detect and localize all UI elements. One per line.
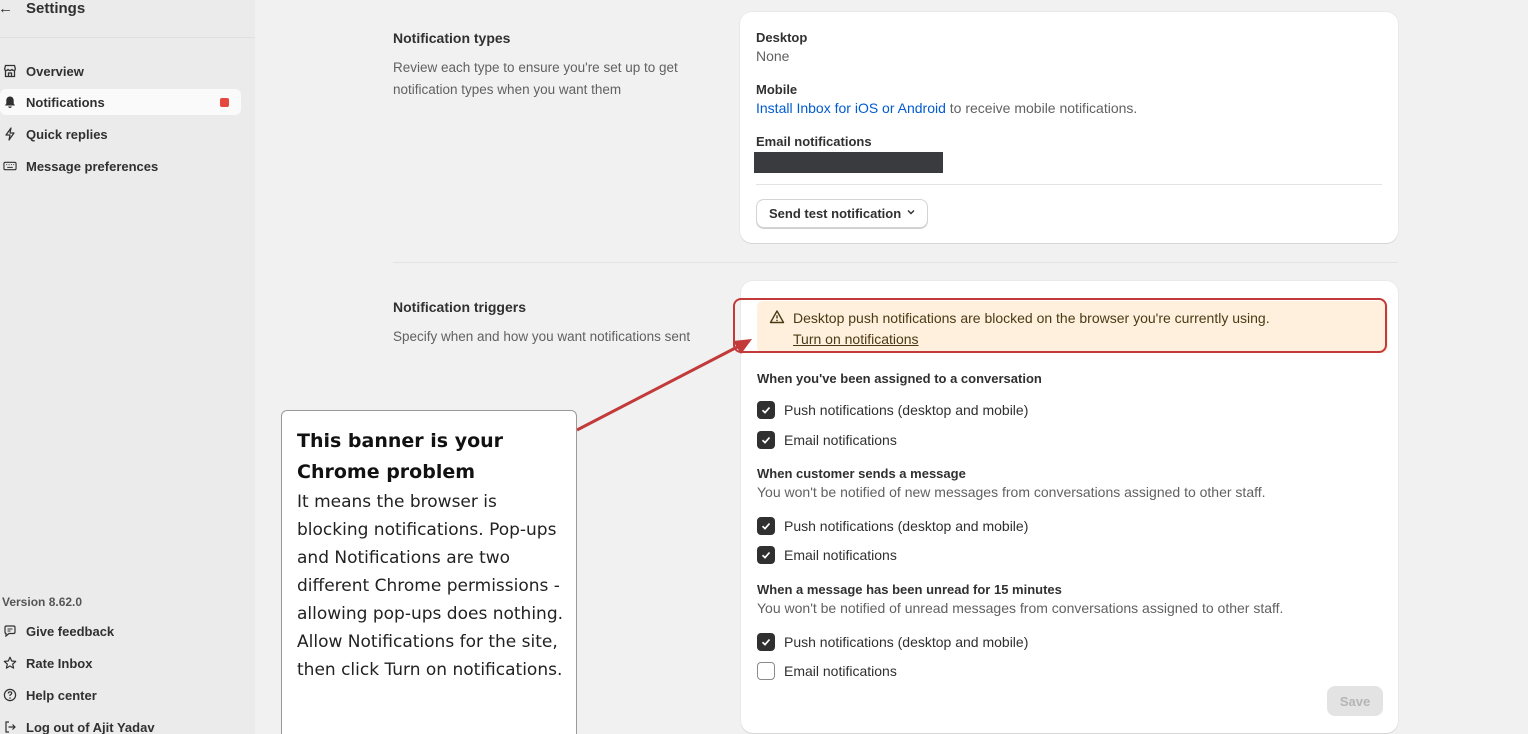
checkbox-label: Push notifications (desktop and mobile) [784,634,1029,650]
checkbox-unread-email[interactable] [757,662,775,680]
checkbox-assigned-push[interactable] [757,401,775,419]
notification-types-card: Desktop None Mobile Install Inbox for iO… [740,12,1398,243]
checkbox-label: Email notifications [784,663,897,679]
lightning-icon [3,127,17,141]
sidebar-item-label: Message preferences [26,158,159,174]
sidebar-item-help-center[interactable]: Help center [0,682,241,708]
sidebar-item-rate-inbox[interactable]: Rate Inbox [0,650,241,676]
checkbox-customer-email[interactable] [757,546,775,564]
redacted-email [754,152,943,173]
group-note-unread: You won't be notified of unread messages… [757,600,1284,616]
chevron-down-icon [905,206,917,221]
group-title-customer-message: When customer sends a message [757,466,966,481]
desktop-label: Desktop [756,30,808,45]
checkbox-unread-push[interactable] [757,633,775,651]
bell-icon [3,95,17,109]
sidebar-item-label: Quick replies [26,126,108,142]
save-button[interactable]: Save [1327,686,1383,716]
sidebar-item-label: Log out of Ajit Yadav [26,719,155,734]
sidebar-item-label: Notifications [26,94,105,110]
card-divider [756,184,1382,185]
mobile-text: Install Inbox for iOS or Android to rece… [756,100,1137,116]
keyboard-icon [3,159,17,173]
checkbox-label: Push notifications (desktop and mobile) [784,518,1029,534]
notification-triggers-description: Specify when and how you want notificati… [393,329,691,344]
sidebar: ← Settings Overview Notifications Quick … [0,0,255,734]
mobile-label: Mobile [756,82,798,97]
checkbox-label: Email notifications [784,547,897,563]
sidebar-item-give-feedback[interactable]: Give feedback [0,618,241,644]
annotation-callout: This banner is your Chrome problem It me… [281,410,577,734]
sidebar-item-label: Help center [26,687,97,703]
sidebar-title: Settings [26,0,86,17]
group-note-customer-message: You won't be notified of new messages fr… [757,484,1266,500]
checkbox-label: Email notifications [784,432,897,448]
notification-types-title: Notification types [393,30,511,46]
notification-types-description: Review each type to ensure you're set up… [393,60,678,97]
mobile-suffix: to receive mobile notifications. [945,100,1138,116]
install-inbox-link[interactable]: Install Inbox for iOS or Android [756,100,946,116]
store-icon [3,64,17,78]
group-title-assigned: When you've been assigned to a conversat… [757,371,1042,386]
chat-bubble-icon [3,624,17,638]
sidebar-item-label: Overview [26,63,84,79]
banner-highlight-outline [733,298,1387,353]
question-circle-icon [3,688,17,702]
star-icon [3,656,17,670]
version-text: Version 8.62.0 [2,595,83,609]
sidebar-item-label: Rate Inbox [26,655,93,671]
sidebar-item-overview[interactable]: Overview [0,58,241,84]
section-divider [393,262,1398,263]
sidebar-header: ← Settings [0,0,255,38]
sidebar-item-log-out[interactable]: Log out of Ajit Yadav [0,714,241,734]
sidebar-item-quick-replies[interactable]: Quick replies [0,121,241,147]
sidebar-item-message-preferences[interactable]: Message preferences [0,153,241,179]
logout-icon [3,720,17,734]
sidebar-item-label: Give feedback [26,623,115,639]
arrow-left-icon[interactable]: ← [0,0,13,17]
send-test-notification-button[interactable]: Send test notification [756,199,928,228]
send-test-label: Send test notification [769,206,902,221]
checkbox-label: Push notifications (desktop and mobile) [784,402,1029,418]
desktop-value: None [756,48,790,64]
checkbox-assigned-email[interactable] [757,431,775,449]
group-title-unread: When a message has been unread for 15 mi… [757,582,1062,597]
callout-heading: This banner is your Chrome problem [297,430,504,483]
email-notifications-label: Email notifications [756,134,872,149]
notification-triggers-title: Notification triggers [393,299,527,315]
sidebar-item-notifications[interactable]: Notifications [0,89,241,115]
notification-badge [220,97,229,107]
checkbox-customer-push[interactable] [757,517,775,535]
callout-body: It means the browser is blocking notific… [297,492,564,680]
